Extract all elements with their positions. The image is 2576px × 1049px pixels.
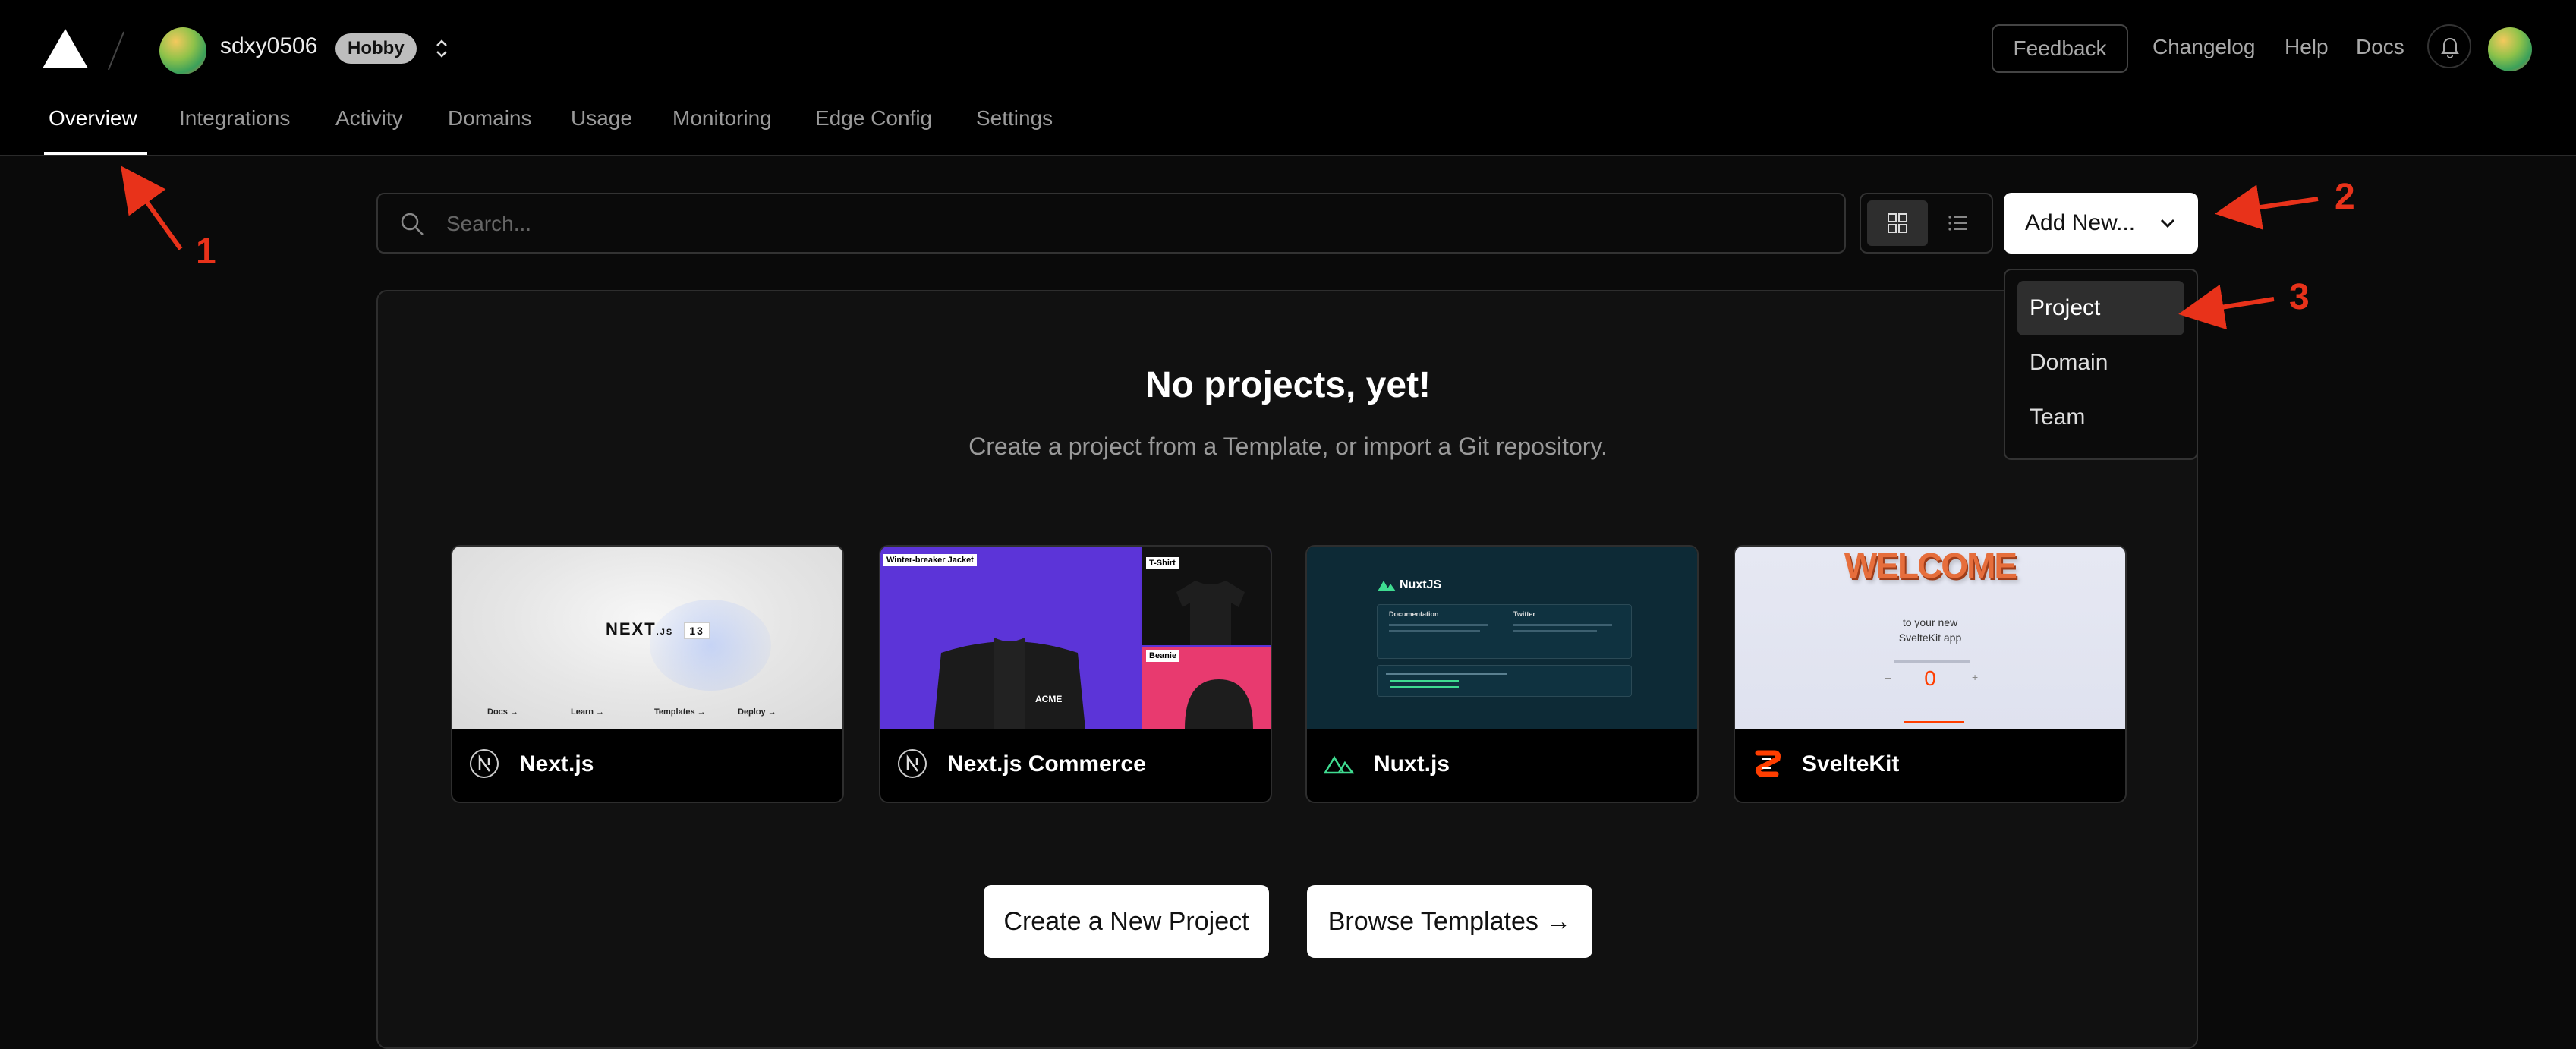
annotation-arrow-3 [2178, 284, 2275, 330]
annotation-number-1: 1 [196, 232, 216, 272]
annotation-arrows [120, 165, 2319, 330]
annotation-arrow-2 [2215, 184, 2319, 230]
annotation-number-3: 3 [2289, 277, 2310, 317]
annotation-number-2: 2 [2335, 177, 2355, 217]
annotation-arrow-1 [120, 165, 183, 250]
